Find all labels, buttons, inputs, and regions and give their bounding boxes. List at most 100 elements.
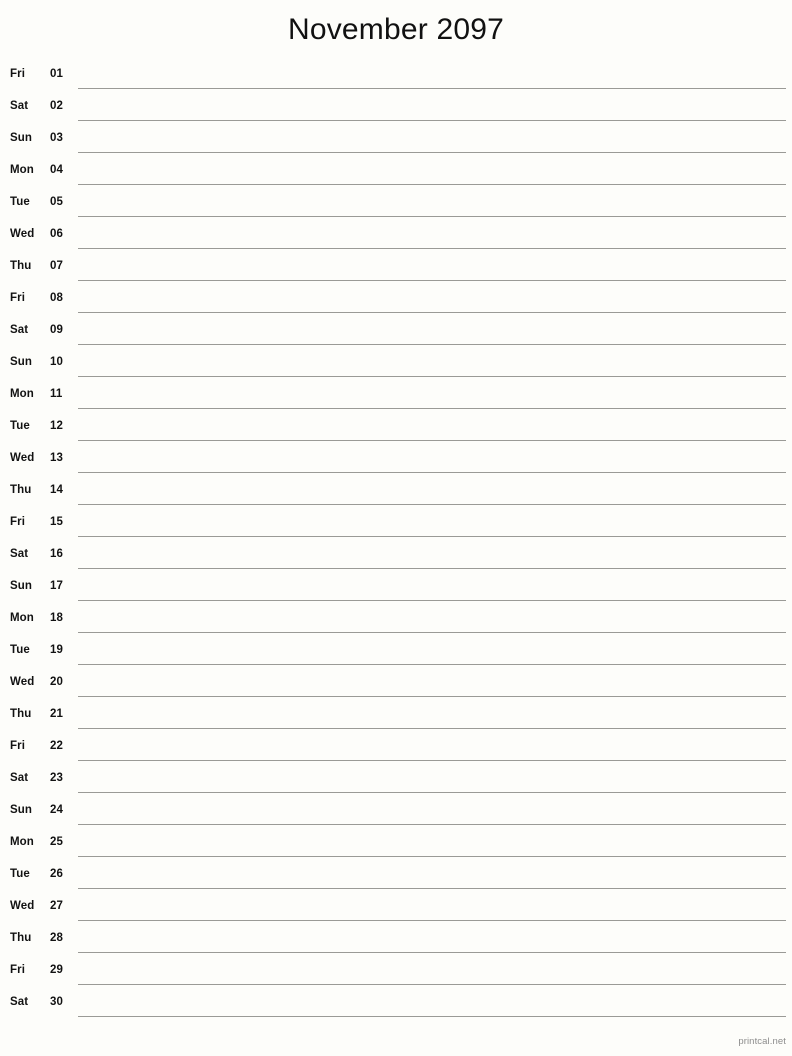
day-row[interactable]: Wed 27	[0, 892, 792, 924]
day-number-label: 29	[50, 964, 63, 976]
writing-line[interactable]	[78, 696, 786, 697]
day-number-label: 03	[50, 132, 63, 144]
writing-line[interactable]	[78, 888, 786, 889]
day-row[interactable]: Mon 11	[0, 380, 792, 412]
day-number-label: 02	[50, 100, 63, 112]
day-of-week-label: Fri	[10, 740, 25, 752]
day-of-week-label: Tue	[10, 644, 30, 656]
writing-line[interactable]	[78, 184, 786, 185]
writing-line[interactable]	[78, 856, 786, 857]
day-of-week-label: Tue	[10, 196, 30, 208]
writing-line[interactable]	[78, 376, 786, 377]
day-row[interactable]: Fri 01	[0, 60, 792, 92]
day-row[interactable]: Sat 23	[0, 764, 792, 796]
writing-line[interactable]	[78, 664, 786, 665]
day-of-week-label: Wed	[10, 228, 35, 240]
writing-line[interactable]	[78, 344, 786, 345]
writing-line[interactable]	[78, 440, 786, 441]
day-of-week-label: Wed	[10, 900, 35, 912]
day-row[interactable]: Tue 05	[0, 188, 792, 220]
day-of-week-label: Sat	[10, 324, 29, 336]
day-of-week-label: Tue	[10, 420, 30, 432]
day-of-week-label: Thu	[10, 708, 32, 720]
day-row[interactable]: Fri 29	[0, 956, 792, 988]
day-row[interactable]: Sun 10	[0, 348, 792, 380]
calendar-page: November 2097 Fri 01 Sat 02 Sun 03 Mon 04 Tue 05 W…	[0, 0, 792, 1056]
day-number-label: 09	[50, 324, 63, 336]
day-of-week-label: Sat	[10, 548, 29, 560]
writing-line[interactable]	[78, 536, 786, 537]
day-of-week-label: Sat	[10, 772, 29, 784]
day-row[interactable]: Fri 22	[0, 732, 792, 764]
day-row[interactable]: Sun 03	[0, 124, 792, 156]
day-of-week-label: Sat	[10, 996, 29, 1008]
day-row[interactable]: Thu 28	[0, 924, 792, 956]
writing-line[interactable]	[78, 280, 786, 281]
day-of-week-label: Fri	[10, 68, 25, 80]
day-number-label: 11	[50, 388, 63, 400]
day-row[interactable]: Wed 13	[0, 444, 792, 476]
day-row[interactable]: Tue 12	[0, 412, 792, 444]
day-of-week-label: Wed	[10, 452, 35, 464]
writing-line[interactable]	[78, 120, 786, 121]
day-number-label: 24	[50, 804, 63, 816]
writing-line[interactable]	[78, 472, 786, 473]
day-number-label: 22	[50, 740, 63, 752]
day-of-week-label: Sun	[10, 132, 33, 144]
day-of-week-label: Fri	[10, 964, 25, 976]
writing-line[interactable]	[78, 632, 786, 633]
day-row[interactable]: Sat 02	[0, 92, 792, 124]
writing-line[interactable]	[78, 1016, 786, 1017]
writing-line[interactable]	[78, 408, 786, 409]
day-row[interactable]: Fri 15	[0, 508, 792, 540]
writing-line[interactable]	[78, 984, 786, 985]
day-number-label: 07	[50, 260, 63, 272]
day-number-label: 06	[50, 228, 63, 240]
day-number-label: 30	[50, 996, 63, 1008]
writing-line[interactable]	[78, 568, 786, 569]
day-of-week-label: Thu	[10, 260, 32, 272]
writing-line[interactable]	[78, 952, 786, 953]
day-number-label: 27	[50, 900, 63, 912]
day-row[interactable]: Sun 24	[0, 796, 792, 828]
day-of-week-label: Wed	[10, 676, 35, 688]
day-of-week-label: Thu	[10, 932, 32, 944]
day-row[interactable]: Sat 30	[0, 988, 792, 1020]
writing-line[interactable]	[78, 504, 786, 505]
day-row[interactable]: Sat 09	[0, 316, 792, 348]
day-row[interactable]: Thu 21	[0, 700, 792, 732]
day-row[interactable]: Wed 06	[0, 220, 792, 252]
day-of-week-label: Mon	[10, 612, 34, 624]
writing-line[interactable]	[78, 920, 786, 921]
day-number-label: 04	[50, 164, 63, 176]
day-row[interactable]: Tue 19	[0, 636, 792, 668]
writing-line[interactable]	[78, 728, 786, 729]
day-rows-list: Fri 01 Sat 02 Sun 03 Mon 04 Tue 05 Wed 06 Thu 07 Fri 08…	[0, 60, 792, 1020]
day-row[interactable]: Mon 25	[0, 828, 792, 860]
writing-line[interactable]	[78, 216, 786, 217]
writing-line[interactable]	[78, 88, 786, 89]
day-of-week-label: Sat	[10, 100, 29, 112]
writing-line[interactable]	[78, 600, 786, 601]
day-number-label: 13	[50, 452, 63, 464]
day-number-label: 26	[50, 868, 63, 880]
day-row[interactable]: Mon 18	[0, 604, 792, 636]
writing-line[interactable]	[78, 152, 786, 153]
writing-line[interactable]	[78, 312, 786, 313]
day-row[interactable]: Fri 08	[0, 284, 792, 316]
day-row[interactable]: Thu 14	[0, 476, 792, 508]
day-of-week-label: Mon	[10, 388, 34, 400]
day-row[interactable]: Sun 17	[0, 572, 792, 604]
writing-line[interactable]	[78, 248, 786, 249]
day-row[interactable]: Tue 26	[0, 860, 792, 892]
day-of-week-label: Sun	[10, 580, 33, 592]
writing-line[interactable]	[78, 824, 786, 825]
day-row[interactable]: Thu 07	[0, 252, 792, 284]
writing-line[interactable]	[78, 792, 786, 793]
day-row[interactable]: Sat 16	[0, 540, 792, 572]
day-row[interactable]: Wed 20	[0, 668, 792, 700]
day-number-label: 25	[50, 836, 63, 848]
page-title: November 2097	[287, 13, 505, 46]
day-row[interactable]: Mon 04	[0, 156, 792, 188]
writing-line[interactable]	[78, 760, 786, 761]
